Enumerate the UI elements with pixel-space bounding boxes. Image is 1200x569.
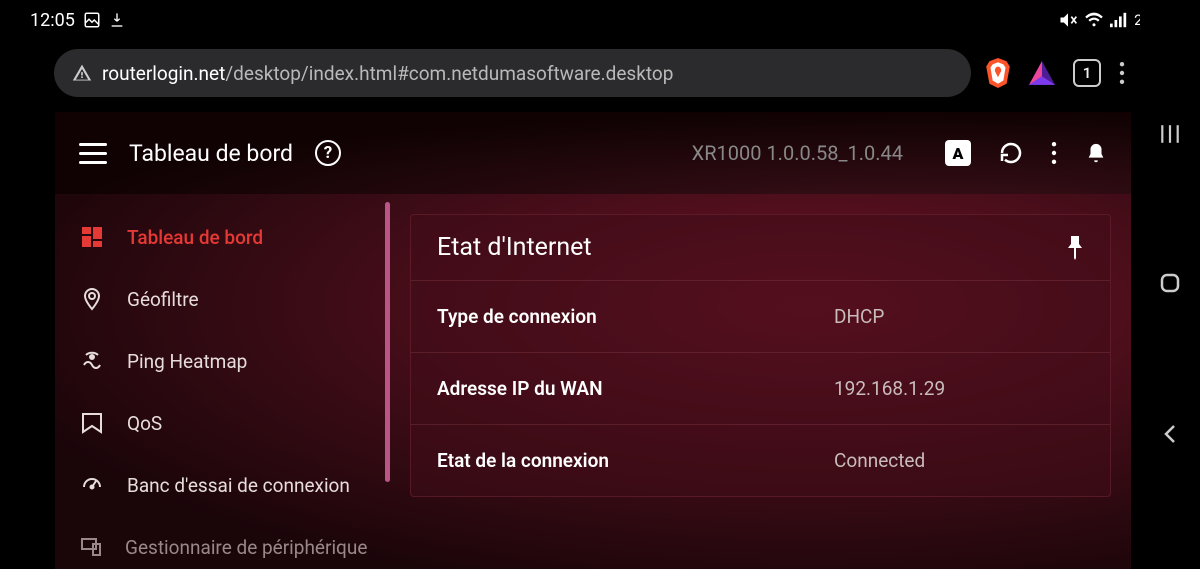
pin-icon[interactable] [1066, 236, 1084, 260]
sidebar-item-ping-heatmap[interactable]: Ping Heatmap [55, 330, 390, 392]
firmware-version: XR1000 1.0.0.58_1.0.44 [692, 141, 903, 165]
tab-count[interactable]: 1 [1073, 59, 1101, 87]
page-title: Tableau de bord [129, 140, 293, 167]
row-connection-type: Type de connexion DHCP [411, 280, 1110, 352]
sidebar-item-dashboard[interactable]: Tableau de bord [55, 206, 390, 268]
qos-icon [79, 410, 105, 436]
bell-icon[interactable] [1085, 141, 1107, 165]
sidebar-item-label: QoS [127, 412, 162, 435]
image-icon [83, 11, 101, 29]
mute-icon [1058, 10, 1078, 30]
row-value: Connected [834, 449, 1084, 472]
bat-icon[interactable] [1029, 61, 1055, 85]
sidebar-item-benchmark[interactable]: Banc d'essai de connexion [55, 454, 390, 516]
sidebar-item-device-manager[interactable]: Gestionnaire de périphérique [55, 516, 390, 569]
signal-icon [1110, 12, 1128, 28]
hamburger-icon[interactable] [79, 143, 107, 164]
url-box[interactable]: routerlogin.net/desktop/index.html#com.n… [54, 49, 971, 97]
row-wan-ip: Adresse IP du WAN 192.168.1.29 [411, 352, 1110, 424]
browser-bar: routerlogin.net/desktop/index.html#com.n… [54, 48, 1125, 98]
app-header: Tableau de bord ? XR1000 1.0.0.58_1.0.44… [55, 112, 1131, 194]
app-menu-icon[interactable] [1051, 142, 1057, 164]
home-button[interactable] [1158, 271, 1182, 295]
internet-status-card: Etat d'Internet Type de connexion DHCP A… [410, 214, 1111, 497]
devices-icon [79, 534, 103, 560]
sidebar-item-label: Banc d'essai de connexion [127, 474, 350, 497]
heatmap-icon [79, 348, 105, 374]
main-content: Etat d'Internet Type de connexion DHCP A… [390, 194, 1131, 569]
url-host: routerlogin.net [102, 62, 225, 85]
row-label: Type de connexion [437, 305, 834, 328]
wifi-icon [1084, 12, 1104, 28]
brave-icon[interactable] [985, 58, 1011, 88]
url-path: /desktop/index.html#com.netdumasoftware.… [225, 62, 673, 85]
status-bar: 12:05 29% [0, 0, 1200, 40]
sidebar-item-qos[interactable]: QoS [55, 392, 390, 454]
os-nav-bar [1140, 0, 1200, 569]
sidebar-item-label: Gestionnaire de périphérique [125, 536, 367, 559]
card-title: Etat d'Internet [437, 233, 592, 262]
refresh-icon[interactable] [999, 141, 1023, 165]
row-connection-status: Etat de la connexion Connected [411, 424, 1110, 496]
back-button[interactable] [1160, 422, 1180, 446]
dashboard-icon [79, 224, 105, 250]
armor-icon[interactable]: A [945, 140, 971, 166]
row-value: 192.168.1.29 [834, 377, 1084, 400]
sidebar-item-label: Ping Heatmap [127, 350, 247, 373]
sidebar: Tableau de bord Géofiltre Ping Heatmap [55, 194, 390, 569]
speedometer-icon [79, 472, 105, 498]
geofilter-icon [79, 286, 105, 312]
row-value: DHCP [834, 305, 1084, 328]
help-icon[interactable]: ? [315, 140, 341, 166]
recent-apps-button[interactable] [1159, 123, 1181, 145]
browser-menu-icon[interactable] [1119, 62, 1125, 84]
row-label: Adresse IP du WAN [437, 377, 834, 400]
router-app: Tableau de bord ? XR1000 1.0.0.58_1.0.44… [55, 112, 1131, 569]
status-time: 12:05 [30, 10, 75, 31]
sidebar-item-label: Tableau de bord [127, 226, 263, 249]
download-icon [109, 12, 125, 28]
url-text: routerlogin.net/desktop/index.html#com.n… [102, 62, 673, 85]
sidebar-item-label: Géofiltre [127, 288, 199, 311]
row-label: Etat de la connexion [437, 449, 834, 472]
insecure-icon [72, 63, 92, 83]
sidebar-item-geofilter[interactable]: Géofiltre [55, 268, 390, 330]
